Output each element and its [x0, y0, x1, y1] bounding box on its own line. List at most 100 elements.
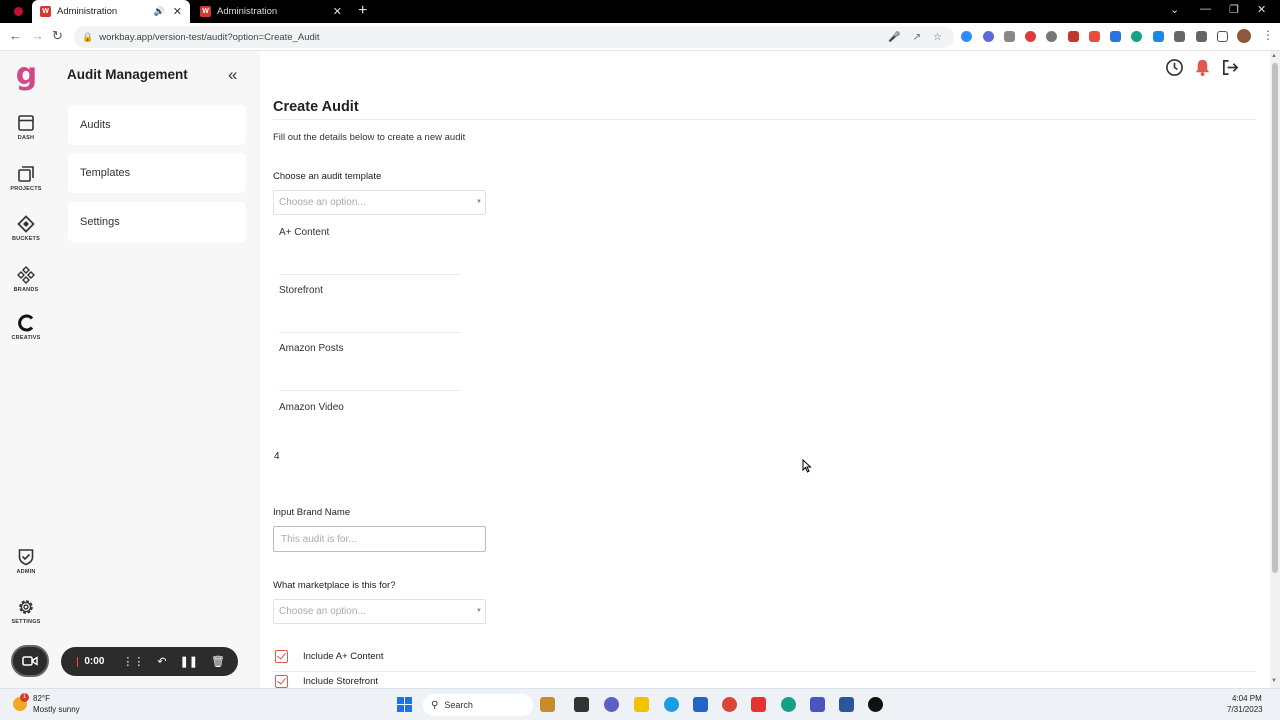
word-icon[interactable]: [839, 697, 854, 712]
playlist-icon[interactable]: [1196, 31, 1207, 42]
close-window-button[interactable]: ✕: [1257, 3, 1266, 16]
rail-label: PROJECTS: [10, 186, 42, 192]
location-icon[interactable]: [1046, 31, 1057, 42]
notification-bell-icon[interactable]: [1193, 58, 1212, 77]
shirt-icon[interactable]: [1004, 31, 1015, 42]
browser-tab-inactive[interactable]: W Administration ✕: [192, 0, 350, 23]
url-text[interactable]: workbay.app/version-test/audit?option=Cr…: [99, 32, 888, 43]
teams-icon[interactable]: [810, 697, 825, 712]
brands-icon: [17, 266, 35, 284]
rail-item-projects[interactable]: PROJECTS: [0, 165, 52, 192]
tab-search-icon[interactable]: ⌄: [1170, 3, 1179, 16]
grid-dots-icon[interactable]: ⋮⋮: [122, 655, 144, 668]
marketplace-select[interactable]: Choose an option... ▼: [273, 599, 486, 624]
browser-tab-active[interactable]: W Administration 🔊 ✕: [32, 0, 190, 23]
pdf-icon[interactable]: [1089, 31, 1100, 42]
scroll-up-icon[interactable]: ▲: [1271, 53, 1277, 59]
camera-toggle-button[interactable]: [11, 645, 49, 677]
weather-temperature[interactable]: 82°F: [33, 694, 50, 703]
template-option[interactable]: Amazon Posts: [279, 343, 343, 354]
include-aplus-checkbox-row[interactable]: Include A+ Content: [275, 650, 384, 663]
lock-icon[interactable]: 🔒: [82, 32, 93, 43]
app-dark-icon[interactable]: [868, 697, 883, 712]
scroll-down-icon[interactable]: ▼: [1271, 678, 1277, 684]
app-s-icon[interactable]: [751, 697, 766, 712]
rail-item-buckets[interactable]: BUCKETS: [0, 215, 52, 242]
app-teal-icon[interactable]: [781, 697, 796, 712]
rail-item-dash[interactable]: DASH: [0, 114, 52, 141]
sidebar-item-templates[interactable]: Templates: [68, 153, 246, 193]
page-title: Create Audit: [273, 99, 359, 115]
rail-item-admin[interactable]: ADMIN: [0, 548, 52, 575]
chevron-down-icon: ▼: [476, 608, 482, 614]
minimize-button[interactable]: —: [1200, 3, 1211, 15]
template-option[interactable]: Storefront: [279, 285, 323, 296]
zoom-icon[interactable]: [961, 31, 972, 42]
windows-taskbar: 1 82°F Mostly sunny ⚲ Search 4:04 PM 7/3…: [0, 688, 1280, 720]
clock-date[interactable]: 7/31/2023: [1227, 705, 1263, 714]
clock-time[interactable]: 4:04 PM: [1232, 694, 1262, 703]
close-tab-icon[interactable]: ✕: [333, 5, 342, 18]
checkbox-label: Include Storefront: [303, 676, 378, 687]
new-tab-button[interactable]: +: [358, 2, 367, 20]
brand-name-input[interactable]: [273, 526, 486, 552]
tab-title: Administration: [217, 6, 278, 17]
forward-button[interactable]: →: [31, 28, 44, 43]
briefcase-app-icon[interactable]: [540, 697, 555, 712]
page-scrollbar[interactable]: ▲ ▼: [1270, 51, 1280, 688]
chrome-icon[interactable]: [722, 697, 737, 712]
template-option[interactable]: A+ Content: [279, 227, 329, 238]
rail-item-creativs[interactable]: CREATIVS: [0, 314, 52, 341]
undo-icon[interactable]: ↶: [157, 655, 166, 668]
workbay-favicon-icon: W: [40, 6, 51, 17]
browser-menu-icon[interactable]: ⋮: [1262, 28, 1274, 42]
logout-icon[interactable]: [1221, 58, 1240, 77]
sidebar-icon[interactable]: [1217, 31, 1228, 42]
history-icon[interactable]: [1165, 58, 1184, 77]
taskbar-search[interactable]: ⚲ Search: [423, 694, 533, 716]
windows-start-icon[interactable]: [397, 697, 412, 712]
rail-label: DASH: [17, 135, 35, 141]
template-option[interactable]: Amazon Video: [279, 402, 344, 413]
speaker-icon[interactable]: 🔊: [154, 6, 165, 17]
microphone-icon[interactable]: 🎤: [888, 32, 900, 43]
share-icon[interactable]: ↗: [913, 32, 921, 43]
store-icon[interactable]: [693, 697, 708, 712]
back-button[interactable]: ←: [9, 28, 22, 43]
sidebar-item-audits[interactable]: Audits: [68, 105, 246, 145]
rail-item-brands[interactable]: BRANDS: [0, 266, 52, 293]
include-storefront-checkbox-row[interactable]: Include Storefront: [275, 675, 378, 688]
weather-description[interactable]: Mostly sunny: [33, 705, 80, 714]
calendar-icon[interactable]: [1153, 31, 1164, 42]
task-view-icon[interactable]: [574, 697, 589, 712]
profile-avatar[interactable]: [1237, 29, 1251, 43]
rail-item-settings[interactable]: SETTINGS: [0, 598, 52, 625]
pause-icon[interactable]: ❚❚: [180, 655, 198, 668]
close-tab-icon[interactable]: ✕: [173, 5, 182, 18]
grid-icon[interactable]: [1110, 31, 1121, 42]
marketplace-select-placeholder: Choose an option...: [279, 606, 366, 617]
stop-recording-icon[interactable]: [77, 656, 79, 667]
edge-browser-icon[interactable]: [664, 697, 679, 712]
restore-button[interactable]: ❐: [1229, 3, 1239, 16]
scrollbar-thumb[interactable]: [1272, 63, 1278, 573]
sidebar-item-settings[interactable]: Settings: [68, 202, 246, 242]
reload-button[interactable]: ↻: [52, 28, 63, 44]
template-count: 4: [274, 451, 280, 462]
mail-icon[interactable]: [1068, 31, 1079, 42]
checkbox-checked[interactable]: [275, 650, 288, 663]
file-explorer-icon[interactable]: [634, 697, 649, 712]
address-bar[interactable]: 🔒 workbay.app/version-test/audit?option=…: [74, 26, 954, 48]
screen-recorder-bar: 0:00 ⋮⋮ ↶ ❚❚ 🗑: [61, 647, 238, 676]
teams-chat-icon[interactable]: [604, 697, 619, 712]
bookmark-star-icon[interactable]: ☆: [933, 32, 942, 43]
workbay-logo[interactable]: g: [13, 60, 40, 92]
template-select[interactable]: Choose an option... ▼: [273, 190, 486, 215]
puzzle-icon[interactable]: [1174, 31, 1185, 42]
analytics-icon[interactable]: [1131, 31, 1142, 42]
checkbox-checked[interactable]: [275, 675, 288, 688]
trash-icon[interactable]: 🗑: [211, 655, 225, 668]
opera-icon[interactable]: [1025, 31, 1036, 42]
collapse-panel-icon[interactable]: «: [228, 65, 237, 85]
settings-icon[interactable]: [983, 31, 994, 42]
